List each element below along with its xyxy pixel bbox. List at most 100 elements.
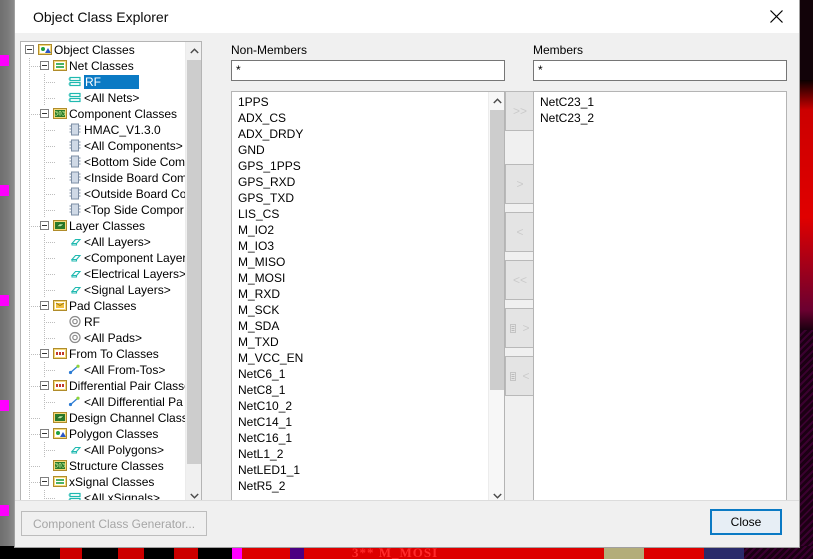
tree-item[interactable]: <All From-Tos> <box>21 362 186 378</box>
non-members-list-item[interactable]: NetR5_2 <box>238 478 504 494</box>
tree-item[interactable]: Net Classes <box>21 58 186 74</box>
move-all-left-button[interactable]: << <box>505 260 535 300</box>
non-members-list-item[interactable]: ADX_DRDY <box>238 126 504 142</box>
tree-item[interactable]: <Top Side Compor <box>21 202 186 218</box>
members-list-item[interactable]: NetC23_2 <box>540 110 786 126</box>
members-list-item[interactable]: NetC23_1 <box>540 94 786 110</box>
non-members-list-item[interactable]: GND <box>238 142 504 158</box>
tree-collapse-icon[interactable] <box>40 301 49 310</box>
non-members-list-item[interactable]: NetC16_1 <box>238 430 504 446</box>
non-members-list-item[interactable]: 1PPS <box>238 94 504 110</box>
tree-item[interactable]: <Bottom Side Com <box>21 154 186 170</box>
tree-item[interactable]: <All Differential Pa <box>21 394 186 410</box>
tree-guide-line <box>29 306 40 307</box>
component-icon <box>68 203 84 217</box>
tree-item[interactable]: Object Classes <box>21 42 186 58</box>
svg-text:303: 303 <box>55 463 66 470</box>
move-right-button[interactable]: > <box>505 164 535 204</box>
component-class-generator-button[interactable]: Component Class Generator... <box>21 511 207 536</box>
non-members-list-item[interactable]: NetL1_2 <box>238 446 504 462</box>
dialog-body: Object Classes Net Classes RF <All Nets> 303… <box>15 33 799 505</box>
non-members-scrollbar[interactable] <box>488 92 504 504</box>
tree-item[interactable]: From To Classes <box>21 346 186 362</box>
move-left-button[interactable]: < <box>505 212 535 252</box>
chevron-up-icon[interactable] <box>489 92 504 109</box>
object-class-tree-panel[interactable]: Object Classes Net Classes RF <All Nets> 303… <box>20 41 202 505</box>
non-members-scrollbar-thumb[interactable] <box>490 110 504 390</box>
non-members-list-item[interactable]: M_SDA <box>238 318 504 334</box>
members-filter-input[interactable]: * <box>533 60 787 81</box>
tree-item-label: <All Pads> <box>84 331 143 345</box>
tree-collapse-icon[interactable] <box>40 349 49 358</box>
non-members-listbox[interactable]: 1PPS ADX_CS ADX_DRDY GND GPS_1PPS GPS_RXD GPS_… <box>231 91 505 505</box>
non-members-list-item[interactable]: NetC6_1 <box>238 366 504 382</box>
move-list-left-button[interactable]: < <box>505 356 535 396</box>
non-members-label: Non-Members <box>231 43 308 57</box>
non-members-list-item[interactable]: M_RXD <box>238 286 504 302</box>
tree-item-label: <All Polygons> <box>84 443 165 457</box>
tree-item[interactable]: RF <box>21 74 186 90</box>
move-all-right-button[interactable]: >> <box>505 91 535 131</box>
object-class-tree[interactable]: Object Classes Net Classes RF <All Nets> 303… <box>21 42 186 504</box>
tree-item[interactable]: 303 Structure Classes <box>21 458 186 474</box>
tree-item[interactable]: Layer Classes <box>21 218 186 234</box>
members-listbox[interactable]: NetC23_1 NetC23_2 <box>533 91 787 505</box>
non-members-list-item[interactable]: GPS_TXD <box>238 190 504 206</box>
close-button[interactable]: Close <box>710 509 782 535</box>
tree-guide-line <box>44 450 55 451</box>
non-members-list-item[interactable]: ADX_CS <box>238 110 504 126</box>
non-members-list-item[interactable]: GPS_1PPS <box>238 158 504 174</box>
tree-item[interactable]: <All Pads> <box>21 330 186 346</box>
tree-collapse-icon[interactable] <box>40 429 49 438</box>
non-members-list-item[interactable]: M_TXD <box>238 334 504 350</box>
non-members-list-item[interactable]: NetC10_2 <box>238 398 504 414</box>
tree-collapse-icon[interactable] <box>40 477 49 486</box>
non-members-list-item[interactable]: NetC8_1 <box>238 382 504 398</box>
tree-item-label: <Electrical Layers> <box>84 267 186 281</box>
non-members-list-item[interactable]: NetLED1_1 <box>238 462 504 478</box>
component-folder-icon: 303 <box>53 459 69 473</box>
tree-item[interactable]: <Signal Layers> <box>21 282 186 298</box>
tree-item[interactable]: <Electrical Layers> <box>21 266 186 282</box>
tree-item[interactable]: <All Polygons> <box>21 442 186 458</box>
non-members-list-item[interactable]: GPS_RXD <box>238 174 504 190</box>
tree-item[interactable]: xSignal Classes <box>21 474 186 490</box>
non-members-filter-input[interactable]: * <box>231 60 505 81</box>
tree-scrollbar-thumb[interactable] <box>187 60 201 464</box>
tree-item[interactable]: HMAC_V1.3.0 <box>21 122 186 138</box>
tree-item-label: <Component Layer <box>84 251 186 265</box>
chevron-up-icon[interactable] <box>186 42 201 59</box>
tree-collapse-icon[interactable] <box>40 381 49 390</box>
non-members-list-item[interactable]: LIS_CS <box>238 206 504 222</box>
tree-item[interactable]: <Component Layer <box>21 250 186 266</box>
tree-item[interactable]: <All Nets> <box>21 90 186 106</box>
tree-item[interactable]: <Outside Board Co <box>21 186 186 202</box>
non-members-list-item[interactable]: M_MOSI <box>238 270 504 286</box>
tree-item[interactable]: Polygon Classes <box>21 426 186 442</box>
tree-guide-line <box>29 354 40 355</box>
tree-item[interactable]: <Inside Board Com <box>21 170 186 186</box>
non-members-list-item[interactable]: M_IO2 <box>238 222 504 238</box>
close-icon[interactable] <box>753 0 799 32</box>
tree-vertical-scrollbar[interactable] <box>185 42 201 504</box>
tree-item[interactable]: Differential Pair Classe <box>21 378 186 394</box>
non-members-list-item[interactable]: M_SCK <box>238 302 504 318</box>
tree-collapse-icon[interactable] <box>40 109 49 118</box>
tree-item[interactable]: Pad Classes <box>21 298 186 314</box>
tree-collapse-icon[interactable] <box>25 45 34 54</box>
tree-item[interactable]: <All Components> <box>21 138 186 154</box>
tree-collapse-icon[interactable] <box>40 221 49 230</box>
non-members-list-item[interactable]: NetC14_1 <box>238 414 504 430</box>
component-icon <box>68 123 84 137</box>
double-chevron-right-icon: >> <box>512 104 527 118</box>
tree-item[interactable]: RF <box>21 314 186 330</box>
non-members-list-item[interactable]: M_IO3 <box>238 238 504 254</box>
tree-guide-line <box>44 146 55 147</box>
tree-item[interactable]: Design Channel Class <box>21 410 186 426</box>
non-members-list-item[interactable]: M_MISO <box>238 254 504 270</box>
tree-item[interactable]: <All Layers> <box>21 234 186 250</box>
move-list-right-button[interactable]: > <box>505 308 535 348</box>
non-members-list-item[interactable]: M_VCC_EN <box>238 350 504 366</box>
tree-item[interactable]: 303 Component Classes <box>21 106 186 122</box>
tree-collapse-icon[interactable] <box>40 61 49 70</box>
